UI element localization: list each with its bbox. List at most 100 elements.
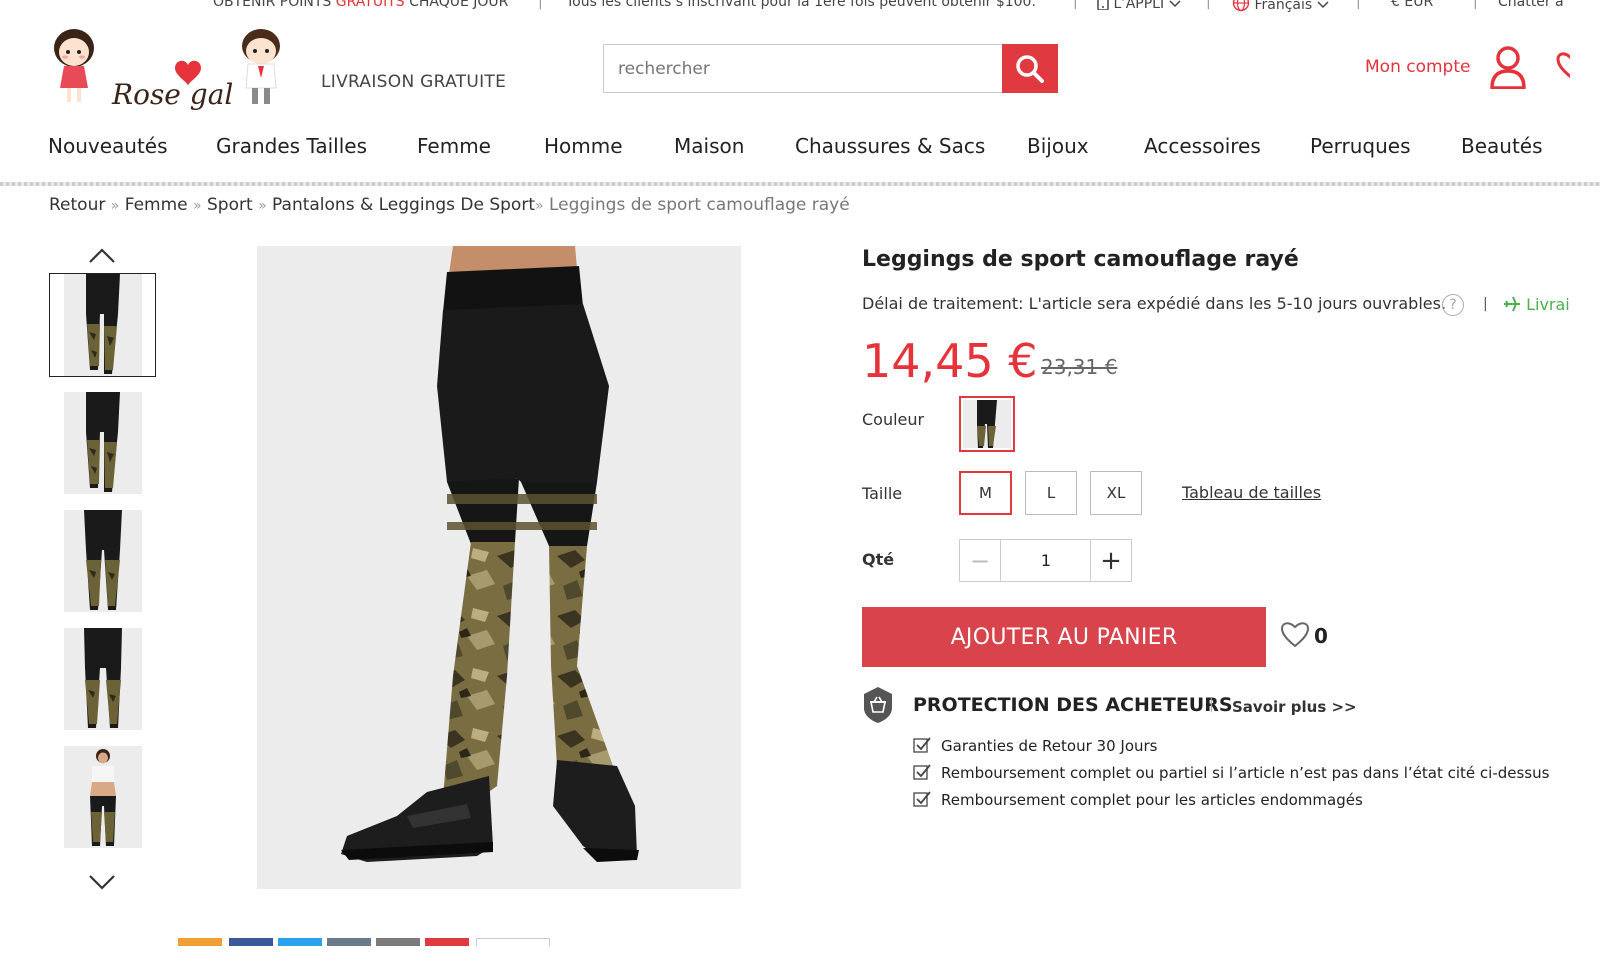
color-swatch-image [963, 400, 1011, 448]
checkbox-checked-icon [913, 737, 931, 753]
quantity-increase-button[interactable]: + [1090, 540, 1131, 581]
nav-item-femme[interactable]: Femme [417, 134, 491, 158]
product-thumbnail-image [63, 274, 142, 376]
breadcrumb-current: Leggings de sport camouflage rayé [548, 195, 850, 215]
thumbnail-2[interactable] [49, 391, 156, 495]
product-thumbnail-image [63, 510, 142, 612]
product-thumbnail-image [63, 628, 142, 730]
chevron-up-icon[interactable] [86, 246, 118, 266]
nav-item-nouveautes[interactable]: Nouveautés [48, 134, 168, 158]
product-thumbnail-image [63, 746, 142, 848]
protection-separator: | [1209, 697, 1214, 713]
size-chart-link[interactable]: Tableau de tailles [1182, 483, 1321, 502]
nav-item-grandes-tailles[interactable]: Grandes Tailles [216, 134, 367, 158]
user-icon[interactable] [1489, 45, 1527, 89]
buyer-protection-title: PROTECTION DES ACHETEURS [913, 694, 1233, 716]
language-menu[interactable]: Français [1232, 0, 1329, 13]
help-icon[interactable]: ? [1442, 294, 1464, 316]
nav-item-perruques[interactable]: Perruques [1310, 134, 1411, 158]
nav-item-accessoires[interactable]: Accessoires [1144, 134, 1261, 158]
phone-icon [1097, 0, 1109, 11]
points-promo[interactable]: OBTENIR POINTS GRATUITS CHAQUE JOUR [213, 0, 508, 10]
quantity-stepper: − + [959, 539, 1132, 582]
size-option-m[interactable]: M [959, 471, 1012, 515]
topbar-separator: | [1073, 0, 1078, 10]
color-swatch[interactable] [959, 396, 1015, 452]
currency-menu[interactable]: € EUR [1391, 0, 1433, 10]
topbar-separator: | [538, 0, 543, 10]
guarantee-item: Garanties de Retour 30 Jours [913, 737, 1157, 755]
breadcrumb-link[interactable]: Retour [49, 195, 105, 215]
guarantee-item: Remboursement complet ou partiel si l’ar… [913, 764, 1549, 782]
size-option-l[interactable]: L [1025, 471, 1077, 515]
guarantee-item: Remboursement complet pour les articles … [913, 791, 1363, 809]
breadcrumb: Retour » Femme » Sport » Pantalons & Leg… [49, 195, 850, 215]
quantity-input[interactable] [1002, 540, 1090, 581]
share-button-5[interactable] [376, 938, 420, 946]
thumbnail-5[interactable] [49, 745, 156, 849]
product-title: Leggings de sport camouflage rayé [862, 247, 1299, 272]
thumbnail-1[interactable] [49, 273, 156, 377]
info-separator: | [1483, 296, 1488, 312]
search-input[interactable] [604, 45, 1002, 92]
heart-icon[interactable] [1280, 620, 1310, 648]
size-label: Taille [862, 484, 903, 503]
chevron-down-icon [1317, 1, 1329, 9]
rosegal-logo-icon: Rose gal [54, 29, 280, 111]
plane-icon [1504, 296, 1520, 312]
share-button-twitter[interactable] [278, 938, 322, 946]
processing-time: Délai de traitement: L'article sera expé… [862, 294, 1447, 313]
wishlist-heart-icon[interactable] [1556, 50, 1570, 80]
share-button-1[interactable] [178, 938, 222, 946]
search-button[interactable] [1002, 44, 1058, 93]
original-price: 23,31 € [1041, 355, 1118, 379]
top-bar: OBTENIR POINTS GRATUITS CHAQUE JOUR | To… [0, 0, 1600, 16]
wishlist-count: 0 [1314, 624, 1328, 648]
nav-item-chaussures-sacs[interactable]: Chaussures & Sacs [795, 134, 985, 158]
add-to-cart-button[interactable]: AJOUTER AU PANIER [862, 607, 1266, 667]
product-thumbnail-image [63, 392, 142, 494]
nav-divider [0, 182, 1600, 186]
leggings-photo [257, 246, 741, 889]
free-shipping-label: LIVRAISON GRATUITE [321, 72, 507, 92]
quantity-decrease-button[interactable]: − [960, 540, 1001, 581]
account-link[interactable]: Mon compte [1365, 57, 1470, 77]
share-button-6[interactable] [425, 938, 469, 946]
nav-item-maison[interactable]: Maison [674, 134, 744, 158]
search-icon [1016, 54, 1044, 83]
topbar-separator: | [1206, 0, 1211, 10]
shield-basket-icon [864, 687, 892, 723]
size-option-xl[interactable]: XL [1090, 471, 1142, 515]
chat-link[interactable]: Chatter a [1498, 0, 1564, 10]
nav-item-homme[interactable]: Homme [544, 134, 623, 158]
current-price: 14,45 € [862, 334, 1038, 388]
learn-more-link[interactable]: Savoir plus >> [1232, 698, 1357, 716]
main-nav: Nouveautés Grandes Tailles Femme Homme M… [0, 134, 1600, 164]
color-label: Couleur [862, 410, 925, 429]
topbar-separator: | [1473, 0, 1478, 10]
site-logo[interactable]: Rose gal [48, 26, 288, 122]
breadcrumb-link[interactable]: Pantalons & Leggings De Sport [272, 195, 535, 215]
chevron-down-icon[interactable] [86, 872, 118, 892]
breadcrumb-link[interactable]: Sport [207, 195, 253, 215]
quantity-label: Qté [862, 550, 895, 569]
nav-item-bijoux[interactable]: Bijoux [1027, 134, 1089, 158]
thumbnail-3[interactable] [49, 509, 156, 613]
share-button-facebook[interactable] [229, 938, 273, 946]
signup-promo[interactable]: Tous les clients s’inscrivant pour la 1è… [566, 0, 1036, 10]
globe-icon [1232, 0, 1250, 12]
shipping-info[interactable]: Livrai [1503, 295, 1570, 314]
checkbox-checked-icon [913, 791, 931, 807]
share-button-4[interactable] [327, 938, 371, 946]
nav-item-beautes[interactable]: Beautés [1461, 134, 1543, 158]
app-menu[interactable]: L’APPLI [1097, 0, 1181, 12]
topbar-separator: | [1356, 0, 1361, 10]
thumbnail-4[interactable] [49, 627, 156, 731]
chevron-down-icon [1169, 0, 1181, 8]
product-main-image[interactable] [257, 246, 741, 889]
share-button-7[interactable] [476, 938, 550, 946]
svg-text:Rose gal: Rose gal [111, 78, 233, 111]
checkbox-checked-icon [913, 764, 931, 780]
breadcrumb-link[interactable]: Femme [125, 195, 188, 215]
search-box [603, 44, 1058, 93]
